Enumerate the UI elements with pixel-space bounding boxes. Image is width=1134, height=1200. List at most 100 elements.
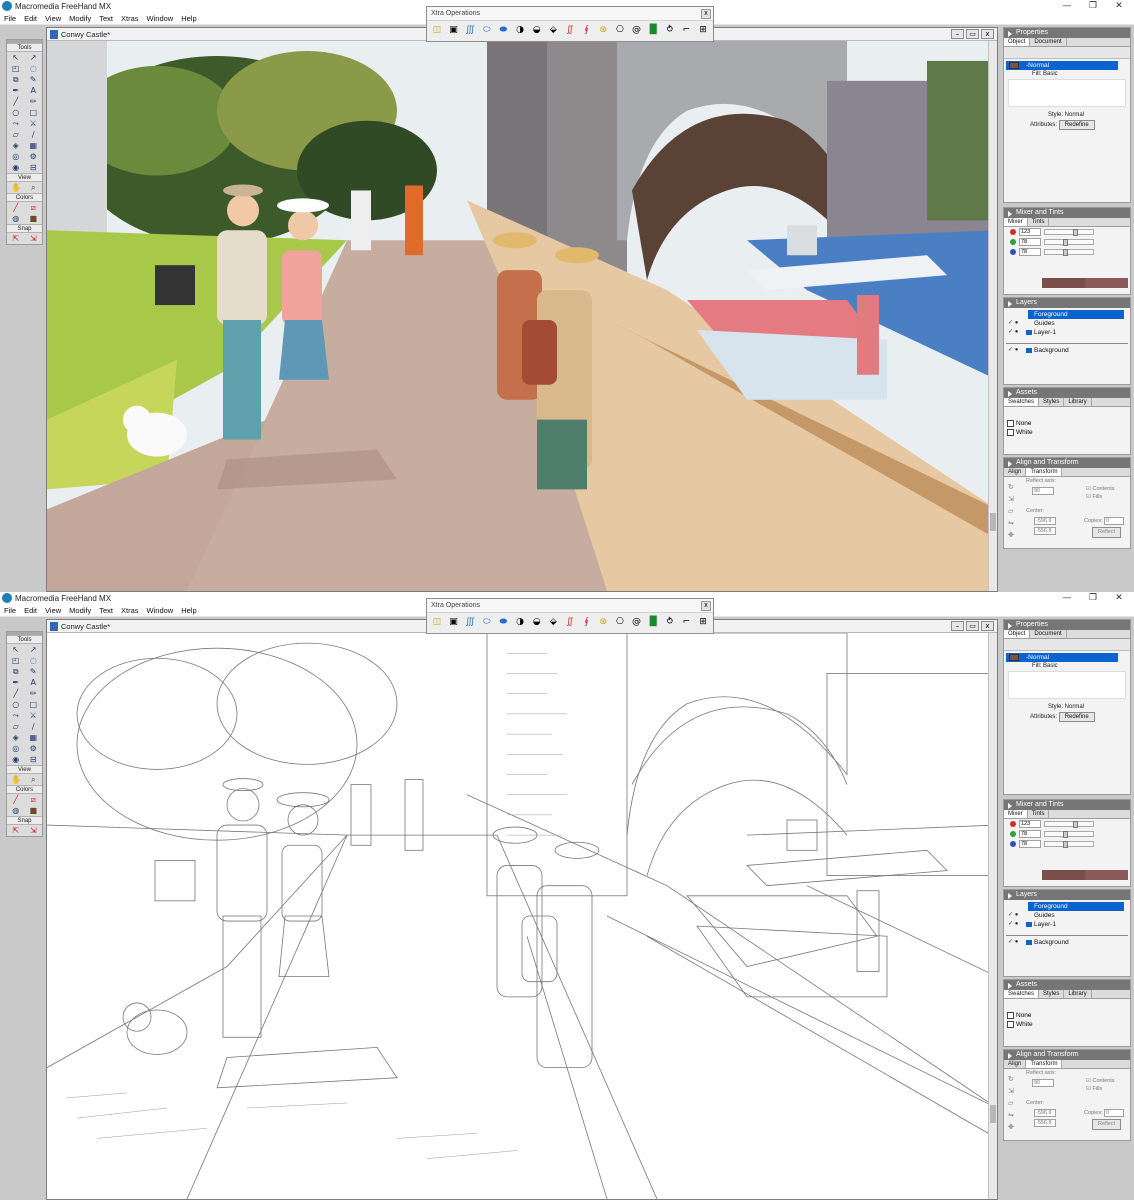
restore-button[interactable]: ❐ xyxy=(1080,592,1106,605)
correct-direction-icon[interactable]: @ xyxy=(631,24,643,37)
simplify-icon[interactable]: ∬ xyxy=(564,24,576,37)
layer-background[interactable]: ✓ ● Background xyxy=(1004,346,1130,355)
xtra-close-button[interactable]: x xyxy=(701,601,711,611)
zoom-tool-icon[interactable]: ⌕ xyxy=(29,183,38,192)
lighten-icon[interactable]: █ xyxy=(647,24,659,37)
snap-object-icon[interactable]: ⇲ xyxy=(29,826,38,835)
tab-styles[interactable]: Styles xyxy=(1039,990,1065,998)
tab-document[interactable]: Document xyxy=(1030,38,1067,46)
stroke-color-icon[interactable]: ╱ xyxy=(11,795,20,804)
properties-header[interactable]: Properties xyxy=(1004,28,1130,38)
none-color-icon[interactable]: ⧄ xyxy=(29,795,38,804)
darken-icon[interactable]: ⥁ xyxy=(664,24,676,37)
vertical-scrollbar[interactable] xyxy=(988,41,997,591)
punch-icon[interactable]: ◑ xyxy=(514,24,526,37)
eyedropper-tool-icon[interactable]: ✎ xyxy=(29,75,38,84)
pencil-tool-icon[interactable]: ✏ xyxy=(29,689,38,698)
scale-icon[interactable]: ⇲ xyxy=(1008,495,1014,504)
brush-tool-icon[interactable]: ∕ xyxy=(29,130,38,139)
tab-tints[interactable]: Tints xyxy=(1028,810,1050,818)
scrollbar-thumb[interactable] xyxy=(990,513,996,531)
layer-background[interactable]: ✓ ● Background xyxy=(1004,938,1130,947)
menu-modify[interactable]: Modify xyxy=(65,13,95,25)
swap-color-icon[interactable]: ■ xyxy=(29,806,38,815)
connector-tool-icon[interactable]: ⊟ xyxy=(29,163,38,172)
freeform-tool-icon[interactable]: ⤳ xyxy=(11,711,20,720)
scale-icon[interactable]: ⇲ xyxy=(1008,1087,1014,1096)
line-tool-icon[interactable]: ╱ xyxy=(11,97,20,106)
knife-tool-icon[interactable]: ⚔ xyxy=(29,711,38,720)
trace-tool-icon[interactable]: ⚙ xyxy=(29,744,38,753)
red-slider[interactable] xyxy=(1044,821,1094,828)
eraser-tool-icon[interactable]: ▱ xyxy=(11,722,20,731)
vertical-scrollbar[interactable] xyxy=(988,633,997,1199)
none-color-icon[interactable]: ⧄ xyxy=(29,203,38,212)
crop-icon[interactable]: ◫ xyxy=(431,24,443,37)
menu-edit[interactable]: Edit xyxy=(20,605,41,617)
eyedropper-tool-icon[interactable]: ✎ xyxy=(29,667,38,676)
swatch-none[interactable]: None xyxy=(1004,419,1130,428)
selected-object-row[interactable]: -Normal xyxy=(1006,653,1118,662)
xtra-close-button[interactable]: x xyxy=(701,9,711,19)
layer-visibility-icon[interactable]: ✓ ● xyxy=(1008,920,1018,929)
text-tool-icon[interactable]: A xyxy=(29,678,38,687)
mixer-header[interactable]: Mixer and Tints xyxy=(1004,800,1130,810)
chart-tool-icon[interactable]: ◉ xyxy=(11,163,20,172)
reflect-button[interactable]: Reflect xyxy=(1092,527,1122,538)
reverse-direction-icon[interactable]: ⌐ xyxy=(681,616,693,629)
snap-point-icon[interactable]: ⇱ xyxy=(11,826,20,835)
mixed-color-preview[interactable] xyxy=(1042,278,1128,288)
pen-tool-icon[interactable]: ✒ xyxy=(11,86,20,95)
menu-text[interactable]: Text xyxy=(95,13,117,25)
lasso-tool-icon[interactable]: ◌ xyxy=(29,64,38,73)
xtra-operations-title[interactable]: Xtra Operations xyxy=(427,7,713,21)
move-icon[interactable]: ✥ xyxy=(1008,1123,1014,1132)
rotate-icon[interactable]: ↻ xyxy=(1008,1075,1014,1084)
lasso-tool-icon[interactable]: ◌ xyxy=(29,656,38,665)
menu-file[interactable]: File xyxy=(0,13,20,25)
tab-library[interactable]: Library xyxy=(1064,398,1092,406)
tab-object[interactable]: Object xyxy=(1004,38,1031,46)
restore-button[interactable]: ❐ xyxy=(1080,0,1106,13)
assets-header[interactable]: Assets xyxy=(1004,980,1130,990)
scrollbar-thumb[interactable] xyxy=(990,1105,996,1123)
fill-row[interactable]: Fill: Basic xyxy=(1004,70,1130,79)
transparency-icon[interactable]: ◒ xyxy=(531,616,543,629)
divide-icon[interactable]: ⬬ xyxy=(498,24,510,37)
tab-mixer[interactable]: Mixer xyxy=(1004,218,1028,226)
rectangle-tool-icon[interactable]: □ xyxy=(29,108,38,117)
doc-minimize-button[interactable]: – xyxy=(951,29,964,39)
knife-tool-icon[interactable]: ⚔ xyxy=(29,119,38,128)
union-icon[interactable]: ⬭ xyxy=(481,616,493,629)
properties-header[interactable]: Properties xyxy=(1004,620,1130,630)
zoom-tool-icon[interactable]: ⌕ xyxy=(29,775,38,784)
blue-value-input[interactable]: 78 xyxy=(1019,840,1041,848)
mesh-tool-icon[interactable]: ▦ xyxy=(29,141,38,150)
center-y-input[interactable]: -556.8 xyxy=(1034,527,1056,535)
fractalize-icon[interactable]: ⎔ xyxy=(614,24,626,37)
tab-transform[interactable]: Transform xyxy=(1026,468,1063,476)
blend-icon[interactable]: ∭ xyxy=(464,616,476,629)
redefine-button[interactable]: Redefine xyxy=(1058,120,1095,130)
blue-slider[interactable] xyxy=(1044,249,1094,256)
rotate-icon[interactable]: ↻ xyxy=(1008,483,1014,492)
menu-modify[interactable]: Modify xyxy=(65,605,95,617)
fill-row[interactable]: Fill: Basic xyxy=(1004,662,1130,671)
menu-help[interactable]: Help xyxy=(177,13,200,25)
pointer-tool-icon[interactable]: ↖ xyxy=(11,53,20,62)
inset-path-icon[interactable]: ⊛ xyxy=(597,616,609,629)
eraser-tool-icon[interactable]: ▱ xyxy=(11,130,20,139)
layers-header[interactable]: Layers xyxy=(1004,890,1130,900)
fills-checkbox[interactable]: ☑ Fills xyxy=(1086,1085,1102,1094)
green-slider[interactable] xyxy=(1044,831,1094,838)
green-slider[interactable] xyxy=(1044,239,1094,246)
redefine-button[interactable]: Redefine xyxy=(1058,712,1095,722)
fill-color-icon[interactable]: ◍ xyxy=(11,806,20,815)
layer-visibility-icon[interactable]: ✓ ● xyxy=(1008,911,1018,920)
fills-checkbox[interactable]: ☑ Fills xyxy=(1086,493,1102,502)
simplify-icon[interactable]: ∬ xyxy=(564,616,576,629)
red-value-input[interactable]: 123 xyxy=(1019,820,1041,828)
mixer-header[interactable]: Mixer and Tints xyxy=(1004,208,1130,218)
center-x-input[interactable]: -596.9 xyxy=(1034,1109,1056,1117)
layer-visibility-icon[interactable]: ✓ ● xyxy=(1008,938,1018,947)
